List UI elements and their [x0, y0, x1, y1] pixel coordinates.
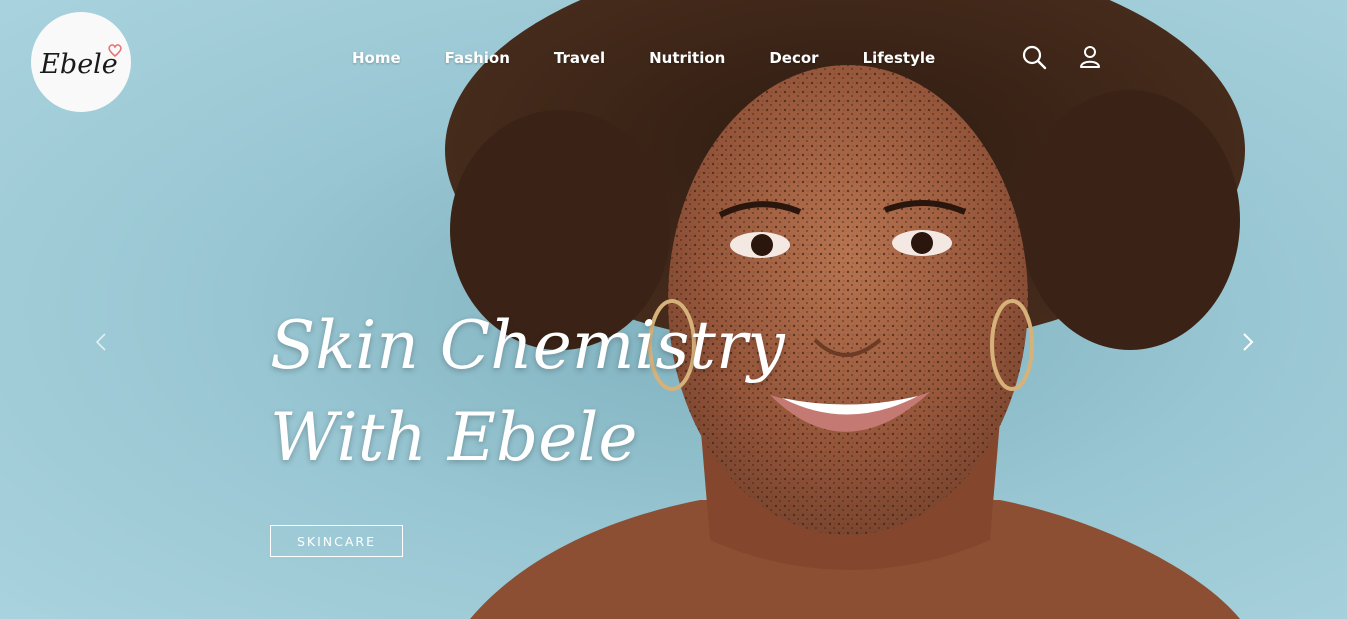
- nav-item-travel[interactable]: Travel: [532, 49, 627, 67]
- search-icon: [1022, 45, 1047, 70]
- slide-headline-line-2: With Ebele: [270, 399, 638, 476]
- user-icon: [1080, 46, 1100, 68]
- account-button[interactable]: [1075, 42, 1105, 72]
- slider-next-button[interactable]: [1234, 328, 1262, 356]
- chevron-left-icon: [95, 333, 106, 351]
- slide-headline-line-1: Skin Chemistry: [270, 307, 785, 384]
- chevron-right-icon: [1243, 333, 1254, 351]
- hero-slider: Ebele Home Fashion Travel Nutrition Deco…: [0, 0, 1347, 619]
- nav-item-nutrition[interactable]: Nutrition: [627, 49, 747, 67]
- brand-logo[interactable]: Ebele: [31, 12, 131, 112]
- slider-prev-button[interactable]: [87, 328, 115, 356]
- slide-headline: Skin Chemistry With Ebele: [270, 300, 790, 484]
- nav-item-home[interactable]: Home: [330, 49, 423, 67]
- heart-icon: [108, 44, 122, 57]
- nav-item-decor[interactable]: Decor: [747, 49, 840, 67]
- nav-item-fashion[interactable]: Fashion: [423, 49, 532, 67]
- search-button[interactable]: [1019, 42, 1049, 72]
- nav-item-lifestyle[interactable]: Lifestyle: [841, 49, 958, 67]
- category-button-skincare[interactable]: SKINCARE: [270, 525, 403, 557]
- main-nav: Home Fashion Travel Nutrition Decor Life…: [330, 45, 957, 71]
